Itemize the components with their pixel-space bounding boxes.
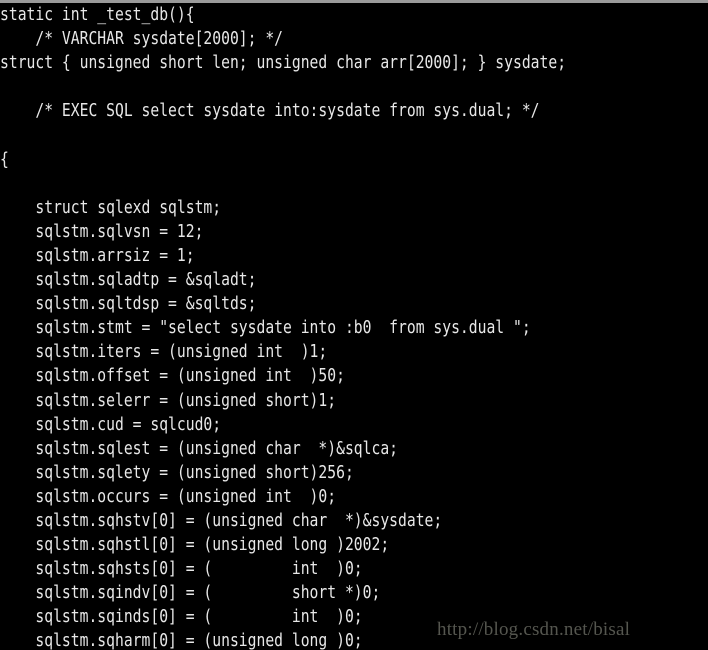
code-line: sqlstm.sqhsts[0] = ( int )0; [0,559,363,580]
code-line: { [0,149,9,170]
code-line: sqlstm.cud = sqlcud0; [0,414,222,435]
code-line: sqlstm.sqhstl[0] = (unsigned long )2002; [0,535,390,556]
code-line: sqlstm.sqlety = (unsigned short)256; [0,462,354,483]
code-line: sqlstm.sqladtp = &sqladt; [0,270,257,291]
code-line: sqlstm.offset = (unsigned int )50; [0,366,345,387]
code-line: sqlstm.arrsiz = 1; [0,245,195,266]
code-editor-content[interactable]: static int _test_db(){ /* VARCHAR sysdat… [0,3,708,650]
code-line: sqlstm.sqhstv[0] = (unsigned char *)&sys… [0,510,443,531]
code-line: sqlstm.sqlest = (unsigned char *)&sqlca; [0,438,399,459]
code-screenshot-window: static int _test_db(){ /* VARCHAR sysdat… [0,0,708,650]
code-line: struct sqlexd sqlstm; [0,197,222,218]
window-top-edge-bar [0,0,708,3]
code-line: static int _test_db(){ [0,5,195,25]
code-line: sqlstm.occurs = (unsigned int )0; [0,486,337,507]
code-line: sqlstm.selerr = (unsigned short)1; [0,390,337,411]
code-line: sqlstm.sqlvsn = 12; [0,221,204,242]
code-line: sqlstm.sqindv[0] = ( short *)0; [0,583,381,604]
code-line: sqlstm.stmt = "select sysdate into :b0 f… [0,318,531,339]
code-line: sqlstm.sqinds[0] = ( int )0; [0,607,363,628]
code-line: sqlstm.iters = (unsigned int )1; [0,342,328,363]
code-line: /* VARCHAR sysdate[2000]; */ [0,29,284,50]
code-line: /* EXEC SQL select sysdate into:sysdate … [0,101,540,122]
code-line: sqlstm.sqltdsp = &sqltds; [0,294,257,315]
code-line: sqlstm.sqharm[0] = (unsigned long )0; [0,631,363,650]
code-line: struct { unsigned short len; unsigned ch… [0,53,567,74]
